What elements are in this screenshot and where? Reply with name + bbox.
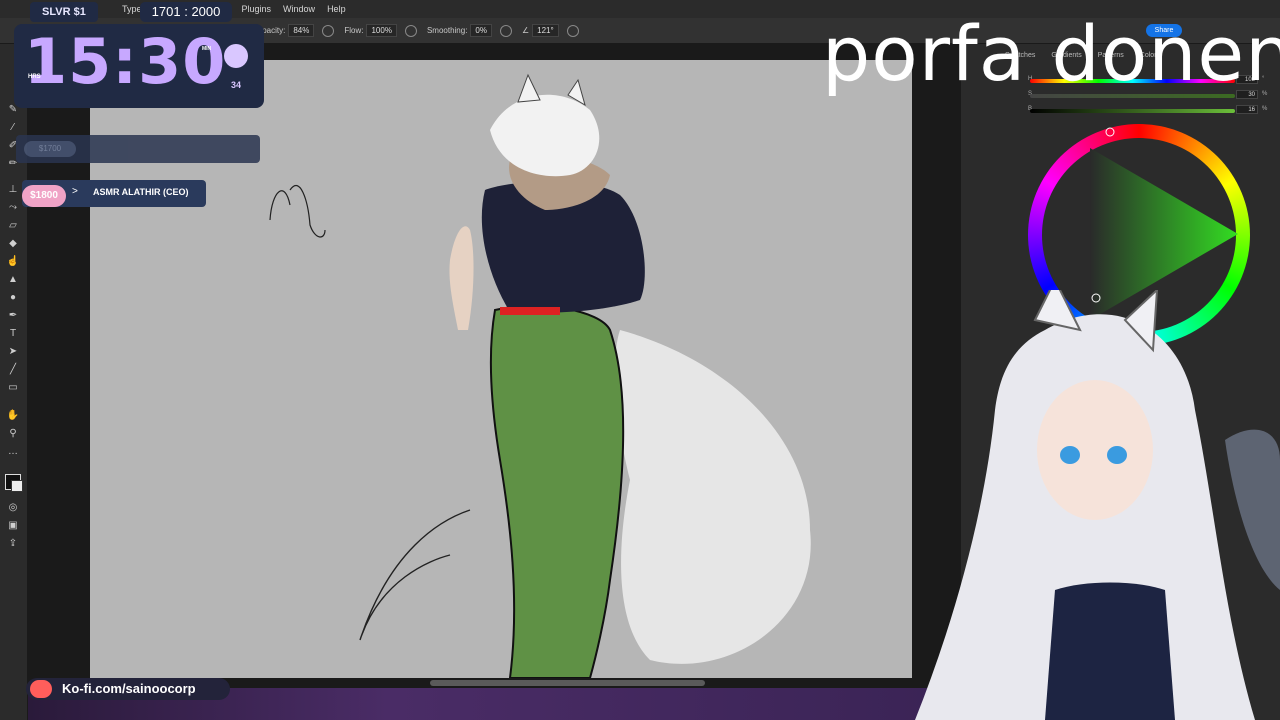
seconds-value: 34 bbox=[231, 80, 242, 90]
stream-caption: porfa donen bbox=[822, 9, 1280, 98]
opacity-control[interactable]: Opacity: 84% bbox=[256, 24, 315, 37]
minutes-label: MIN bbox=[202, 46, 212, 52]
kofi-link: Ko-fi.com/sainoocorp bbox=[62, 681, 196, 696]
fill-tool-icon[interactable]: ◆ bbox=[6, 238, 20, 250]
pants-shape bbox=[489, 305, 625, 678]
history-brush-icon[interactable]: ⤳ bbox=[6, 202, 20, 214]
app-window: Type Plugins Window Help Opacity: 84% Fl… bbox=[0, 0, 1280, 720]
counter-separator: : bbox=[184, 4, 188, 19]
eraser-tool-icon[interactable]: ▱ bbox=[6, 220, 20, 232]
brightness-value[interactable]: 16 bbox=[1236, 105, 1258, 114]
previous-goal-bar: $1700 bbox=[16, 135, 260, 163]
hours-label: HRS bbox=[28, 74, 41, 80]
text-tool-icon[interactable]: T bbox=[6, 328, 20, 340]
menu-help[interactable]: Help bbox=[321, 4, 352, 14]
brightness-unit: % bbox=[1262, 106, 1268, 112]
quick-mask-icon[interactable]: ◎ bbox=[6, 502, 20, 514]
screen-mode-icon[interactable]: ▣ bbox=[6, 520, 20, 532]
seconds-dial-icon bbox=[224, 44, 248, 68]
airbrush-icon[interactable] bbox=[404, 24, 417, 37]
pressure-size-icon[interactable] bbox=[566, 24, 579, 37]
background-color-swatch[interactable] bbox=[11, 480, 23, 492]
belt-shape bbox=[500, 307, 560, 315]
dodge-tool-icon[interactable]: ● bbox=[6, 292, 20, 304]
flow-field[interactable]: 100% bbox=[366, 24, 397, 37]
horizontal-scrollbar[interactable] bbox=[430, 680, 705, 686]
hair-shape bbox=[490, 94, 600, 177]
flow-control[interactable]: Flow: 100% bbox=[344, 24, 397, 37]
shape-tool-icon[interactable]: ▭ bbox=[6, 382, 20, 394]
angle-field[interactable]: 121° bbox=[532, 24, 559, 37]
smoothing-control[interactable]: Smoothing: 0% bbox=[427, 24, 492, 37]
gear-icon[interactable] bbox=[499, 24, 512, 37]
flow-label: Flow: bbox=[344, 26, 364, 35]
arm-shape bbox=[449, 226, 474, 330]
pressure-opacity-icon[interactable] bbox=[322, 24, 335, 37]
eyedropper-tool-icon[interactable]: ⁄ bbox=[6, 122, 20, 134]
counter-current: 1701 bbox=[151, 4, 181, 19]
angle-icon: ∠ bbox=[521, 26, 530, 35]
smudge-tool-icon[interactable]: ☝ bbox=[6, 256, 20, 268]
kofi-heart-icon bbox=[30, 680, 52, 698]
goal-name: ASMR ALATHIR (CEO) bbox=[93, 187, 189, 197]
silver-tier-badge: SLVR $1 bbox=[30, 2, 98, 22]
goal-amount-badge: $1800 bbox=[22, 185, 66, 207]
sub-counter: 1701 : 2000 bbox=[140, 2, 232, 22]
smoothing-label: Smoothing: bbox=[426, 26, 468, 35]
previous-goal-amount: $1700 bbox=[24, 141, 76, 157]
zoom-tool-icon[interactable]: ⚲ bbox=[6, 428, 20, 440]
sketch-ears-lines bbox=[269, 184, 326, 238]
select-tool-icon[interactable]: ➤ bbox=[6, 346, 20, 358]
brightness-slider[interactable] bbox=[1030, 109, 1235, 113]
menu-plugins[interactable]: Plugins bbox=[236, 4, 278, 14]
hand-tool-icon[interactable]: ✋ bbox=[6, 410, 20, 422]
share-tool-icon[interactable]: ⇪ bbox=[6, 538, 20, 550]
menu-window[interactable]: Window bbox=[277, 4, 321, 14]
stamp-tool-icon[interactable]: ⊥ bbox=[6, 184, 20, 196]
line-tool-icon[interactable]: ╱ bbox=[6, 364, 20, 376]
tail-shape bbox=[614, 330, 811, 664]
opacity-field[interactable]: 84% bbox=[288, 24, 315, 37]
subathon-timer: 15:30 bbox=[24, 25, 227, 98]
sketch-tail-lines bbox=[359, 509, 471, 641]
counter-goal: 2000 bbox=[191, 4, 221, 19]
more-tools-icon[interactable]: … bbox=[6, 446, 20, 458]
angle-control[interactable]: ∠ 121° bbox=[522, 24, 559, 37]
blur-tool-icon[interactable]: ▲ bbox=[6, 274, 20, 286]
smoothing-field[interactable]: 0% bbox=[470, 24, 492, 37]
pen-tool-icon[interactable]: ✒ bbox=[6, 310, 20, 322]
chevron-right-icon: > bbox=[72, 186, 78, 197]
vtuber-avatar bbox=[915, 290, 1280, 720]
